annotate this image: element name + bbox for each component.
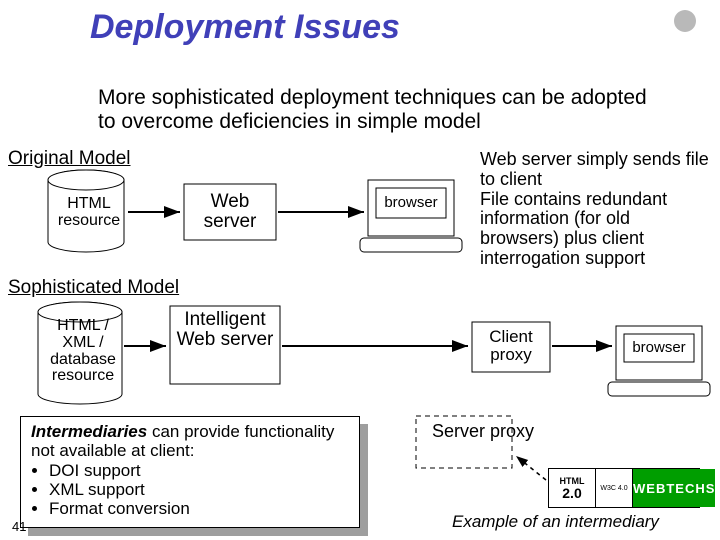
original-browser-label: browser [378, 194, 444, 211]
intermediaries-note: Intermediaries can provide functionality… [20, 416, 360, 528]
server-proxy-label: Server proxy [432, 422, 534, 442]
original-resource-label: HTML resource [54, 196, 124, 230]
soph-browser-label: browser [626, 339, 692, 356]
note-bullet: XML support [49, 481, 349, 500]
original-browser-monitor [360, 180, 462, 252]
page-number: 41 [12, 519, 26, 534]
soph-resource-label: HTML / XML / database resource [44, 318, 122, 385]
original-server-label: Web server [186, 192, 274, 232]
example-caption: Example of an intermediary [452, 512, 659, 532]
soph-browser-monitor [608, 326, 710, 396]
client-proxy-label: Client proxy [474, 328, 548, 364]
note-lead: Intermediaries [31, 422, 147, 441]
note-bullet: DOI support [49, 462, 349, 481]
intermediary-logos: HTML2.0 W3C 4.0 WEBTECHS [548, 468, 700, 508]
note-bullet: Format conversion [49, 500, 349, 519]
original-description: Web server simply sends file to client F… [480, 150, 714, 269]
soph-server-label: Intelligent Web server [172, 310, 278, 350]
